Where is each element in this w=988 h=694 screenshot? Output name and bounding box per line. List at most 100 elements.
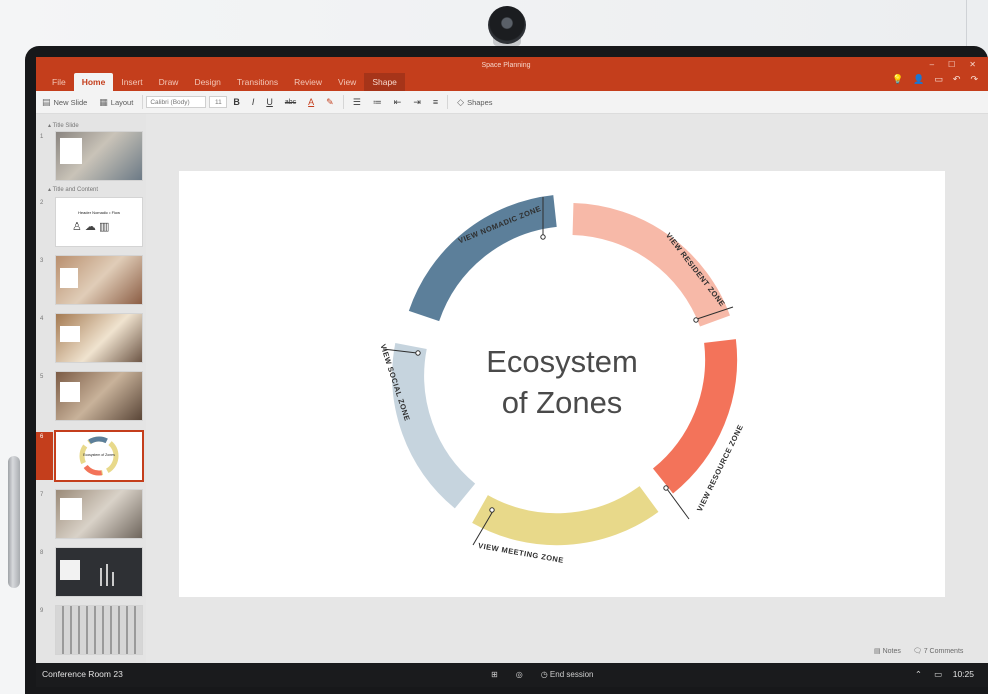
shapes-icon: ◇	[457, 96, 465, 107]
close-button[interactable]: ✕	[969, 60, 976, 69]
title-bar: Space Planning – ☐ ✕ File Home Insert Dr…	[36, 57, 988, 91]
taskbar: Conference Room 23 ⊞ ◎ ◷ End session ⌃ ▭…	[36, 663, 988, 687]
slide-canvas: Ecosystem of Zones VIEW NOMADIC ZONE VIE…	[179, 171, 945, 597]
wall-edge	[966, 0, 967, 50]
ribbon-divider	[342, 95, 344, 109]
webcam	[488, 6, 526, 44]
ribbon-toolbar: ▤ New Slide ▦ Layout Calibri (Body) 11 B…	[36, 91, 988, 114]
bullets-icon[interactable]: ☰	[347, 97, 367, 108]
tab-insert[interactable]: Insert	[113, 73, 150, 91]
share-icon[interactable]: 👤	[913, 74, 924, 85]
app-screen: Space Planning – ☐ ✕ File Home Insert Dr…	[36, 57, 988, 687]
font-size-select[interactable]: 11	[209, 96, 228, 108]
font-color-button[interactable]: A	[302, 97, 320, 107]
system-tray: ⌃ ▭	[915, 669, 942, 680]
document-title: Space Planning	[481, 62, 531, 69]
comments-button[interactable]: 🗨 7 Comments	[913, 647, 964, 655]
shapes-button[interactable]: ◇ Shapes	[451, 97, 498, 108]
slide-number: 4	[40, 316, 44, 322]
underline-button[interactable]: U	[260, 97, 279, 107]
slide-thumbnail-5[interactable]	[56, 372, 142, 420]
end-session-label: End session	[549, 670, 594, 679]
layout-button[interactable]: ▦ Layout	[93, 97, 139, 108]
lightbulb-icon[interactable]: 💡	[892, 74, 903, 85]
slide-number: 1	[40, 134, 44, 140]
view-bar: ▤ Notes 🗨 7 Comments	[874, 647, 963, 655]
numbering-icon[interactable]: ≔	[367, 97, 388, 108]
increase-indent-icon[interactable]: ⇥	[407, 97, 427, 108]
slide-thumbnail-9[interactable]	[56, 606, 142, 654]
layout-label: Layout	[110, 97, 134, 107]
window-controls: – ☐ ✕	[930, 60, 976, 69]
title-line-2: of Zones	[501, 385, 623, 420]
slide-title[interactable]: Ecosystem of Zones	[179, 341, 945, 423]
minimize-button[interactable]: –	[930, 60, 934, 69]
undo-icon[interactable]: ↶	[953, 74, 961, 85]
slide-thumbnail-pane: ▴ Title Slide 1 ▴ Title and Content 2 He…	[36, 114, 146, 664]
tab-transitions[interactable]: Transitions	[229, 73, 286, 91]
tab-home[interactable]: Home	[73, 73, 114, 91]
slide-number: 9	[40, 608, 44, 614]
meeting-zone-segment[interactable]	[472, 485, 659, 546]
strikethrough-button[interactable]: abc	[279, 99, 302, 106]
section-title-slide[interactable]: ▴ Title Slide	[48, 122, 79, 129]
thumbnail-text: Header Nomadic • Flow	[77, 210, 121, 215]
slide-number: 7	[40, 492, 44, 498]
comment-icon: 🗨	[912, 648, 922, 655]
font-family-select[interactable]: Calibri (Body)	[146, 96, 207, 108]
chevron-up-icon[interactable]: ⌃	[915, 669, 922, 680]
tab-file[interactable]: File	[44, 73, 74, 91]
highlight-icon[interactable]: ✎	[320, 97, 340, 108]
clock-icon: ◷	[540, 670, 548, 679]
end-session-button[interactable]: ◷ End session	[541, 670, 594, 679]
layout-icon: ▦	[99, 96, 108, 107]
new-slide-icon: ▤	[42, 96, 51, 107]
tab-review[interactable]: Review	[286, 73, 330, 91]
stylus-pen	[8, 456, 20, 588]
task-view-icon[interactable]: ◎	[516, 670, 523, 679]
bold-button[interactable]: B	[227, 97, 246, 107]
align-icon[interactable]: ≡	[427, 97, 444, 107]
resource-pin	[663, 485, 669, 491]
quick-actions: 💡 👤 ▭ ↶ ↷	[892, 74, 978, 85]
thumbnail-text: Ecosystem of Zones	[83, 453, 115, 457]
tab-design[interactable]: Design	[186, 73, 228, 91]
new-slide-button[interactable]: ▤ New Slide	[36, 97, 93, 108]
redo-icon[interactable]: ↷	[970, 74, 978, 85]
ribbon-divider	[142, 95, 144, 109]
slide-thumbnail-4[interactable]	[56, 314, 142, 362]
notes-button[interactable]: ▤ Notes	[874, 647, 901, 655]
present-icon[interactable]: ▭	[934, 74, 943, 85]
slide-thumbnail-6[interactable]: Ecosystem of Zones	[56, 432, 142, 480]
tab-shape[interactable]: Shape	[364, 73, 405, 91]
section-title-and-content[interactable]: ▴ Title and Content	[48, 186, 98, 193]
maximize-button[interactable]: ☐	[948, 60, 955, 69]
clock: 10:25	[952, 669, 974, 679]
title-line-1: Ecosystem	[486, 344, 638, 379]
decrease-indent-icon[interactable]: ⇤	[388, 97, 408, 108]
slide-thumbnail-3[interactable]	[56, 256, 142, 304]
notification-icon[interactable]: ▭	[934, 669, 942, 680]
ribbon-tabs: File Home Insert Draw Design Transitions…	[44, 73, 405, 91]
slide-number: 8	[40, 550, 44, 556]
notes-icon: ▤	[874, 648, 881, 655]
tab-view[interactable]: View	[330, 73, 364, 91]
slide-thumbnail-2[interactable]: Header Nomadic • Flow ♙ ☁ ▥	[56, 198, 142, 246]
meeting-pin	[489, 507, 495, 513]
selected-slide-indicator	[36, 432, 53, 480]
slide-thumbnail-7[interactable]	[56, 490, 142, 538]
slide-number: 3	[40, 258, 44, 264]
windows-icon[interactable]: ⊞	[491, 670, 498, 679]
slide-number: 2	[40, 200, 44, 206]
notes-label: Notes	[882, 648, 901, 655]
slide-thumbnail-1[interactable]	[56, 132, 142, 180]
resident-pin	[693, 317, 699, 323]
taskbar-center: ⊞ ◎ ◷ End session	[491, 670, 594, 679]
slide-thumbnail-8[interactable]	[56, 548, 142, 596]
ribbon-divider	[447, 95, 449, 109]
new-slide-label: New Slide	[53, 97, 88, 107]
tab-draw[interactable]: Draw	[151, 73, 187, 91]
shapes-label: Shapes	[467, 97, 493, 107]
italic-button[interactable]: I	[246, 97, 261, 107]
slide-number: 6	[40, 434, 44, 440]
